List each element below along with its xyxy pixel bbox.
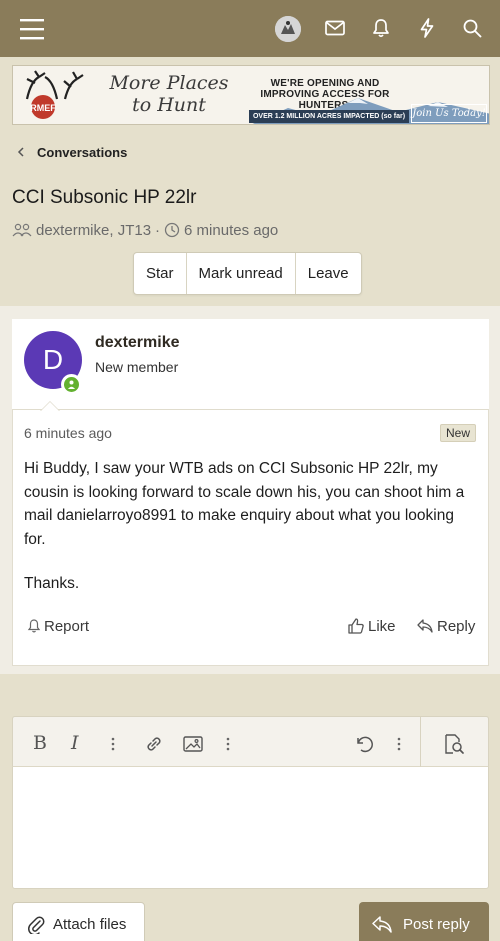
banner-script-text: More Places to Hunt bbox=[109, 72, 229, 116]
banner-cta[interactable]: Join Us Today! bbox=[411, 104, 487, 123]
participants[interactable]: dextermike, JT13 bbox=[36, 222, 151, 239]
banner-acres-text: OVER 1.2 MILLION ACRES IMPACTED (so far) bbox=[249, 110, 409, 123]
author-name[interactable]: dextermike bbox=[95, 334, 180, 352]
message-closing: Thanks. bbox=[24, 575, 80, 592]
online-status-icon bbox=[61, 374, 82, 395]
search-icon[interactable] bbox=[461, 17, 483, 39]
author-role: New member bbox=[95, 359, 179, 375]
reply-icon bbox=[371, 914, 403, 934]
reply-label: Reply bbox=[437, 617, 476, 635]
message-time[interactable]: 6 minutes ago bbox=[24, 425, 112, 441]
attach-files-label: Attach files bbox=[53, 915, 127, 933]
like-label: Like bbox=[368, 617, 396, 635]
post-reply-label: Post reply bbox=[403, 915, 470, 933]
reply-icon bbox=[416, 617, 437, 635]
paperclip-icon bbox=[27, 914, 53, 934]
bolt-icon[interactable] bbox=[416, 17, 438, 39]
italic-icon[interactable]: I bbox=[71, 733, 79, 755]
link-icon[interactable] bbox=[143, 733, 165, 755]
chevron-left-icon bbox=[14, 145, 28, 159]
clock-icon bbox=[164, 222, 184, 238]
conversation-meta: dextermike, JT13 · 6 minutes ago bbox=[12, 219, 278, 241]
menu-icon[interactable] bbox=[18, 16, 46, 42]
user-avatar[interactable] bbox=[275, 16, 301, 42]
bell-small-icon bbox=[27, 618, 44, 634]
reply-button[interactable]: Reply bbox=[416, 615, 475, 637]
more-options-icon[interactable] bbox=[220, 733, 236, 755]
conversation-actions: Star Mark unread Leave bbox=[133, 252, 362, 295]
report-label: Report bbox=[44, 617, 90, 635]
mark-unread-button[interactable]: Mark unread bbox=[187, 253, 296, 294]
attach-files-button[interactable]: Attach files bbox=[12, 902, 145, 941]
breadcrumb-link[interactable]: Conversations bbox=[37, 145, 127, 160]
undo-icon[interactable] bbox=[353, 733, 375, 755]
rmef-logo: RMEF bbox=[17, 69, 87, 123]
author-caret-inner bbox=[41, 402, 59, 411]
message-author bbox=[12, 319, 489, 410]
top-bar bbox=[0, 0, 500, 57]
bell-icon[interactable] bbox=[370, 17, 392, 39]
bold-icon[interactable]: B bbox=[33, 733, 47, 755]
meta-separator: · bbox=[155, 221, 161, 239]
image-icon[interactable] bbox=[182, 733, 204, 755]
leave-button[interactable]: Leave bbox=[296, 253, 361, 294]
breadcrumb[interactable]: Conversations bbox=[14, 142, 127, 162]
more-options-icon[interactable] bbox=[391, 733, 407, 755]
toolbar-divider bbox=[420, 716, 421, 767]
page-title: CCI Subsonic HP 22lr bbox=[12, 187, 197, 208]
report-button[interactable]: Report bbox=[27, 615, 89, 637]
editor-toolbar bbox=[12, 716, 489, 767]
message-body: Hi Buddy, I saw your WTB ads on CCI Subs… bbox=[24, 460, 465, 548]
conversation-time: 6 minutes ago bbox=[184, 221, 279, 239]
star-button[interactable]: Star bbox=[134, 253, 187, 294]
more-options-icon[interactable] bbox=[105, 733, 121, 755]
envelope-icon[interactable] bbox=[324, 17, 346, 39]
users-icon bbox=[12, 222, 36, 238]
post-reply-button[interactable]: Post reply bbox=[359, 902, 489, 941]
preview-icon[interactable] bbox=[442, 733, 466, 755]
like-button[interactable]: Like bbox=[347, 615, 396, 637]
ad-banner[interactable]: RMEF More Places to Hunt WE'RE OPENING A… bbox=[12, 65, 490, 125]
rmef-logo-text: RMEF bbox=[30, 103, 56, 113]
new-badge: New bbox=[440, 424, 476, 442]
thumbs-up-icon bbox=[347, 617, 368, 635]
